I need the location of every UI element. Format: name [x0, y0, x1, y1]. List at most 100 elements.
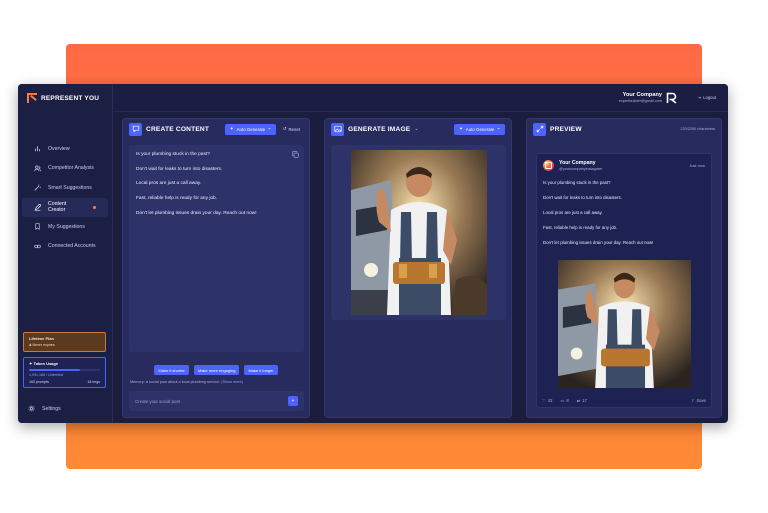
- preview-header: PREVIEW 220/2200 characters: [527, 119, 721, 139]
- post-image: [558, 260, 691, 388]
- post-actions: ♡ 42 ▭ 8 ⇄ 17 ⇪ Save: [542, 398, 706, 403]
- auto-generate-label: Auto Generate: [465, 126, 495, 132]
- add-button[interactable]: +: [288, 396, 298, 406]
- token-stats: 163 prompts 18 imgs: [29, 380, 100, 384]
- create-content-panel: CREATE CONTENT ✦ Auto Generate ⌁ ↺ Reset…: [122, 118, 310, 418]
- like-count: 42: [547, 398, 553, 403]
- post-line: Fast, reliable help is ready for any job…: [543, 225, 618, 231]
- generated-plumber-image: [350, 150, 487, 315]
- sidebar-item-overview[interactable]: Overview: [22, 139, 108, 159]
- like-button[interactable]: ♡ 42: [542, 398, 552, 403]
- copy-icon[interactable]: [292, 151, 299, 158]
- pencil-icon: [34, 203, 41, 211]
- plan-subtitle: ⧗ Never expires: [29, 343, 100, 347]
- plan-title: Lifetime Plan: [29, 336, 54, 341]
- lock-icon: ⌁: [497, 126, 500, 131]
- logout-label: Logout: [703, 95, 716, 100]
- token-title-text: Token Usage: [33, 361, 59, 366]
- post-body: Is your plumbing stuck in the past? Don'…: [537, 171, 711, 245]
- content-line: Fast, reliable help is ready for any job…: [136, 196, 218, 202]
- expand-icon: [533, 122, 546, 136]
- sidebar-item-content-creator[interactable]: Content Creator: [22, 197, 108, 217]
- gear-icon: [28, 405, 35, 412]
- heart-icon: ♡: [542, 398, 546, 403]
- share-icon: ⇪: [690, 398, 695, 403]
- token-usage-card[interactable]: ✦ Token Usage 1,091,168 / Unlimited 163 …: [23, 357, 106, 388]
- comment-button[interactable]: ▭ 8: [560, 398, 568, 403]
- post-account: Your Company @yourcompanyinstagram: [559, 160, 602, 171]
- link-icon: [34, 243, 41, 250]
- post-line: Don't let plumbing issues drain your day…: [543, 240, 654, 246]
- sparkle-icon: ✦: [229, 126, 234, 131]
- create-content-header: CREATE CONTENT ✦ Auto Generate ⌁ ↺ Reset: [123, 119, 309, 139]
- top-header: Your Company expertbuilder@gmail.com ⇥ L…: [113, 84, 728, 112]
- instagram-post-preview: Your Company @yourcompanyinstagram Just …: [536, 153, 712, 408]
- token-usage-title: ✦ Token Usage: [29, 361, 100, 366]
- post-line: Local pros are just a call away.: [543, 210, 603, 216]
- sidebar-item-competitor-analysis[interactable]: Competitor Analysis: [22, 159, 108, 179]
- brand[interactable]: REPRESENT YOU: [18, 84, 112, 112]
- auto-generate-image-button[interactable]: ✦ Auto Generate ⌁: [454, 123, 505, 135]
- social-post-input[interactable]: [135, 398, 288, 404]
- app-window: REPRESENT YOU Overview Competitor Analys…: [18, 84, 728, 423]
- sidebar-item-settings[interactable]: Settings: [28, 405, 61, 412]
- stage: REPRESENT YOU Overview Competitor Analys…: [0, 0, 768, 513]
- make-more-engaging-button[interactable]: Make more engaging: [193, 365, 240, 375]
- reset-label: Reset: [288, 126, 300, 132]
- post-time: Just now: [689, 163, 705, 168]
- save-button[interactable]: ⇪ Save: [691, 398, 706, 403]
- sidebar-item-smart-suggestions[interactable]: Smart Suggestions: [22, 178, 108, 198]
- auto-generate-content-button[interactable]: ✦ Auto Generate ⌁: [224, 123, 276, 135]
- token-count: 1,091,168 / Unlimited: [29, 373, 63, 377]
- create-content-title: CREATE CONTENT: [146, 125, 210, 133]
- plan-card[interactable]: Lifetime Plan ⧗ Never expires: [23, 332, 106, 352]
- bookmark-icon: [34, 223, 41, 231]
- logout-button[interactable]: ⇥ Logout: [698, 95, 716, 100]
- chevron-down-icon[interactable]: ⌄: [414, 126, 418, 132]
- memory-text: Memory: a social post about a local plum…: [130, 380, 221, 384]
- auto-generate-label: Auto Generate: [236, 126, 266, 132]
- generate-image-title: GENERATE IMAGE: [348, 125, 411, 133]
- content-text-area[interactable]: Is your plumbing stuck in the past? Don'…: [129, 145, 304, 352]
- post-line: Don't wait for leaks to turn into disast…: [543, 195, 622, 201]
- token-progress-bar: [29, 369, 100, 371]
- share-button[interactable]: ⇄ 17: [577, 398, 587, 403]
- post-line: Is your plumbing stuck in the past?: [543, 180, 611, 185]
- instagram-icon: [543, 160, 554, 171]
- users-icon: [34, 165, 41, 172]
- sparkle-icon: ✦: [459, 126, 463, 131]
- company-info[interactable]: Your Company expertbuilder@gmail.com: [619, 92, 662, 103]
- make-shorter-button[interactable]: Make it shorter: [154, 365, 189, 375]
- sidebar: REPRESENT YOU Overview Competitor Analys…: [18, 84, 113, 423]
- notification-dot: [93, 205, 96, 209]
- bar-chart-icon: [34, 145, 41, 152]
- generate-image-header: GENERATE IMAGE ⌄ ✦ Auto Generate ⌁: [325, 119, 511, 139]
- reset-button[interactable]: ↺ Reset: [280, 124, 303, 135]
- sidebar-item-label: My Suggestions: [48, 223, 85, 230]
- content-line: Is your plumbing stuck in the past?: [136, 152, 210, 157]
- show-more-link[interactable]: (Show more): [221, 380, 243, 384]
- make-longer-button[interactable]: Make it longer: [244, 365, 278, 375]
- company-logo-icon: [666, 92, 677, 104]
- content-line: Local pros are just a call away.: [136, 181, 202, 187]
- settings-label: Settings: [42, 405, 61, 412]
- sidebar-item-label: Content Creator: [48, 201, 67, 214]
- company-email: expertbuilder@gmail.com: [618, 99, 662, 103]
- sidebar-item-label: Connected Accounts: [48, 243, 96, 250]
- lock-icon: ⌁: [268, 126, 271, 131]
- image-icon: [331, 122, 344, 136]
- reset-icon: ↺: [282, 126, 287, 131]
- sidebar-item-my-suggestions[interactable]: My Suggestions: [22, 217, 108, 237]
- sidebar-nav: Overview Competitor Analysis Smart Sugge…: [18, 139, 112, 256]
- magic-wand-icon: [34, 184, 41, 191]
- logout-icon: ⇥: [697, 95, 702, 100]
- token-prompts: 163 prompts: [29, 380, 49, 384]
- brand-name: REPRESENT YOU: [41, 94, 100, 102]
- chat-icon: [129, 122, 142, 136]
- save-label: Save: [696, 398, 706, 403]
- share-count: 17: [582, 398, 587, 403]
- sidebar-item-connected-accounts[interactable]: Connected Accounts: [22, 237, 108, 257]
- content-line: Don't wait for leaks to turn into disast…: [136, 166, 223, 172]
- post-header: Your Company @yourcompanyinstagram Just …: [537, 154, 711, 171]
- generated-image-frame[interactable]: [331, 145, 506, 320]
